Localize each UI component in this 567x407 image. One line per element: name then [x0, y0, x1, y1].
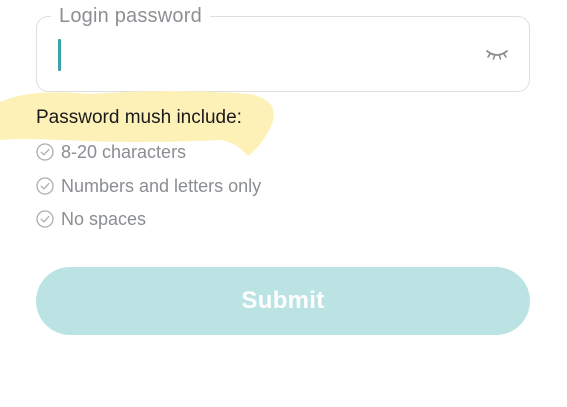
text-cursor [58, 39, 61, 71]
rule-item-no-spaces: No spaces [36, 207, 146, 231]
login-password-label: Login password [51, 3, 210, 29]
rule-label: No spaces [61, 209, 147, 229]
check-circle-icon [36, 177, 54, 195]
check-circle-icon [36, 210, 54, 228]
check-circle-icon [36, 143, 54, 161]
rule-item-length: 8-20 characters [36, 140, 186, 164]
login-password-field[interactable]: Login password [36, 3, 530, 92]
password-rules-heading: Password mush include: [36, 107, 242, 128]
eye-closed-icon[interactable] [485, 44, 509, 64]
rule-item-characters: Numbers and letters only [36, 174, 261, 198]
rule-label: 8-20 characters [61, 142, 187, 162]
password-setup-screen: Login password Password mush include: 8-… [0, 0, 567, 407]
login-password-input[interactable] [53, 35, 473, 73]
rule-label: Numbers and letters only [61, 176, 262, 196]
submit-button[interactable]: Submit [36, 267, 530, 335]
